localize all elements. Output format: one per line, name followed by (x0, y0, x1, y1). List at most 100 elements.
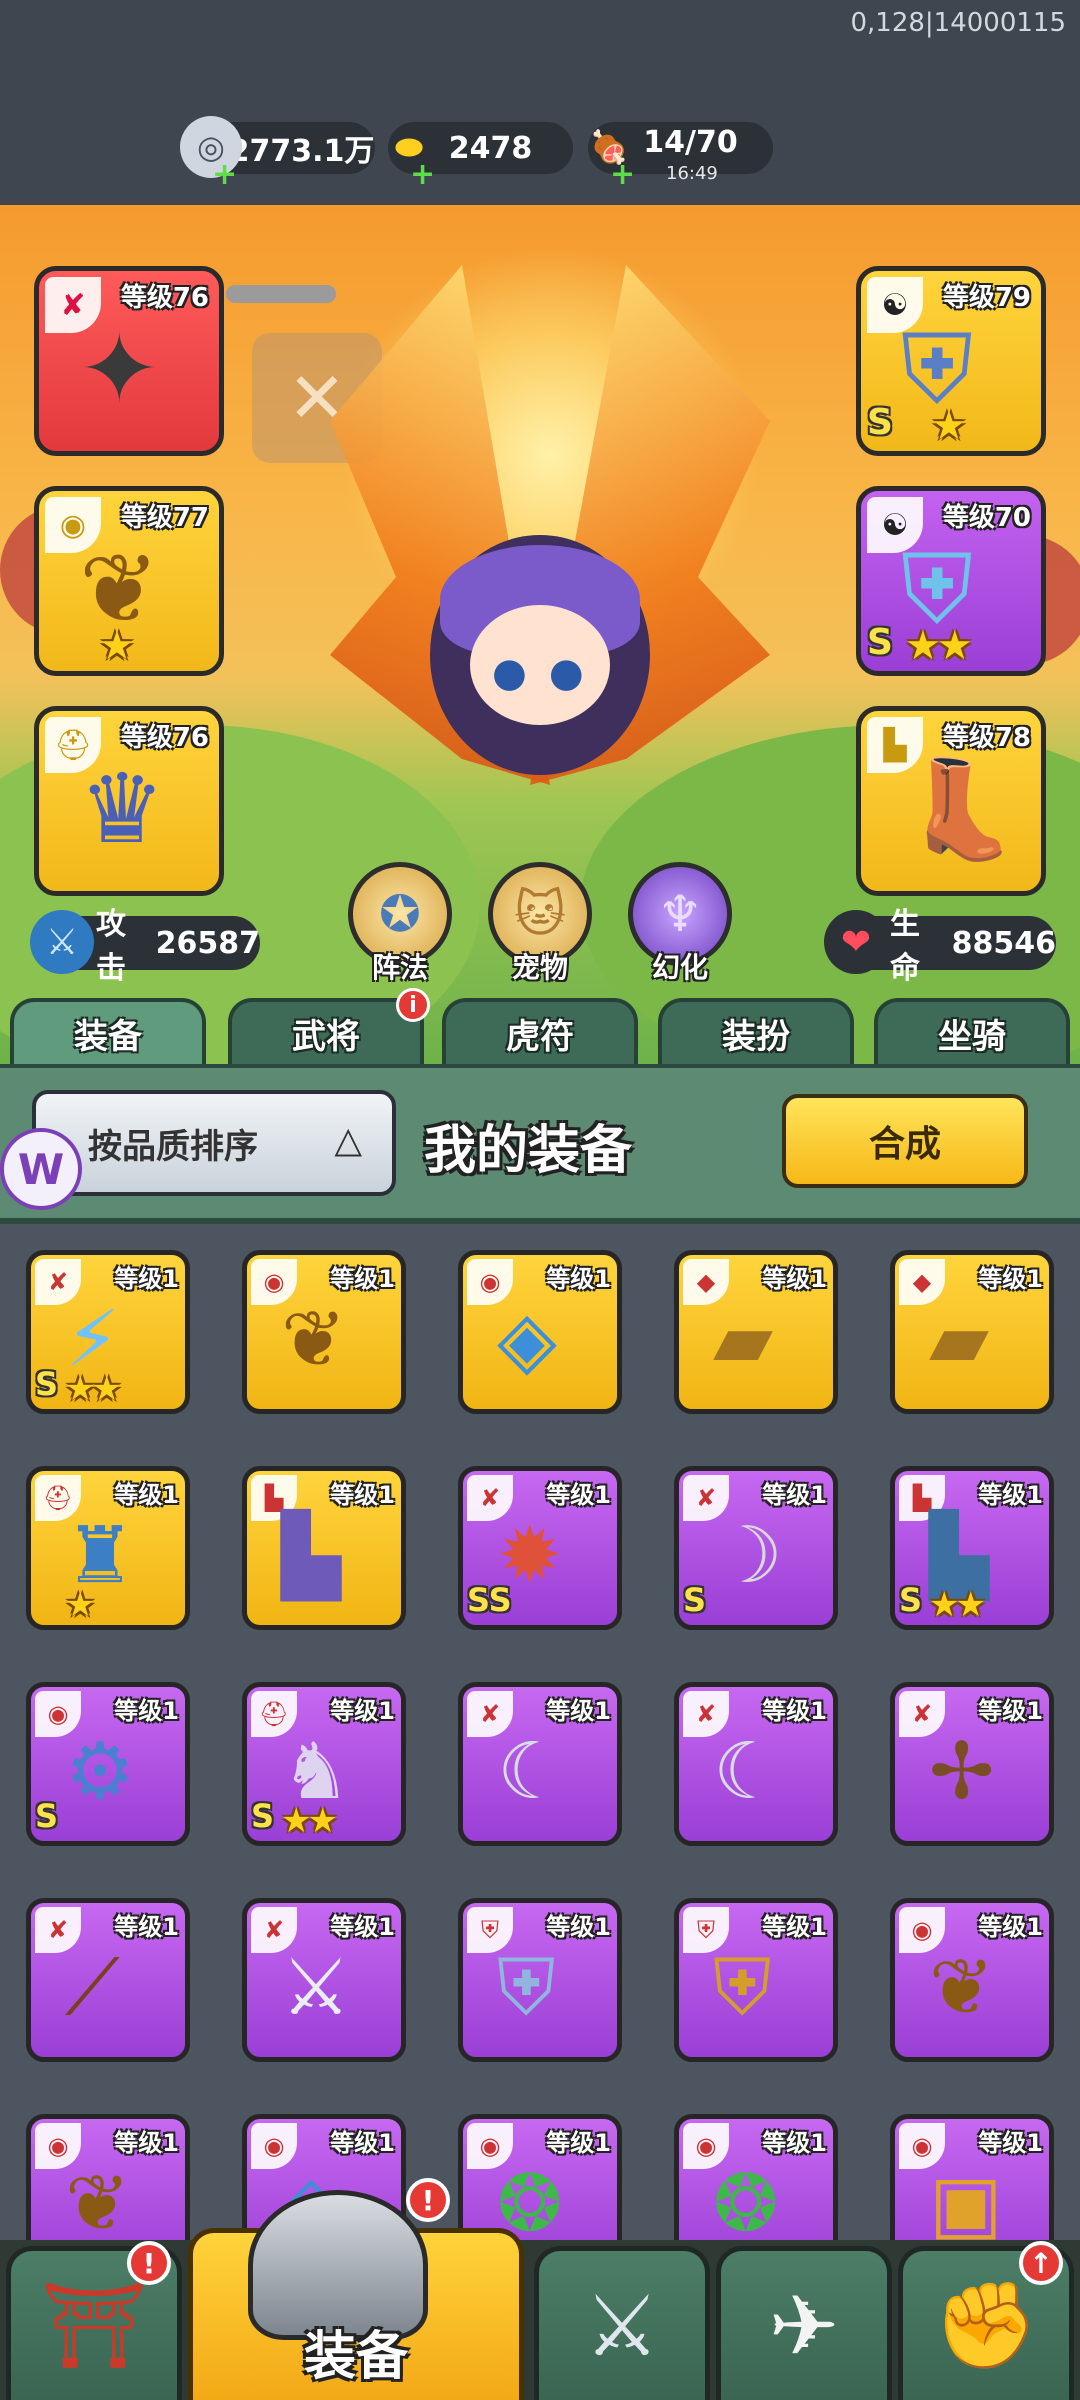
green-gem-pendant-icon: ❂ (713, 2159, 779, 2249)
inventory-item[interactable]: ✘ 等级1 ☾ (458, 1682, 622, 1846)
inventory-item[interactable]: ⛨ 等级1 ⛨ (458, 1898, 622, 2062)
tab-generals[interactable]: 武将 i (228, 988, 430, 1064)
equipped-amulet-slot[interactable]: ◉ 等级77 ❦ ★ (34, 486, 224, 676)
equipped-boots-slot[interactable]: ▙ 等级78 👢 (856, 706, 1046, 896)
compose-button[interactable]: 合成 (782, 1094, 1028, 1188)
equipped-armor2-slot[interactable]: ☯ 等级70 ⛨ S ★★ (856, 486, 1046, 676)
gold-plaque-icon: ▣ (929, 2159, 1003, 2249)
slot-level: 等级76 (120, 283, 209, 313)
shuriken-icon: ✦ (79, 313, 160, 425)
add-stamina-icon[interactable]: + (610, 157, 635, 192)
tab-mount[interactable]: 坐骑 (874, 998, 1070, 1064)
knight-helmet-icon: ♞ (281, 1727, 351, 1817)
inventory-item[interactable]: ✘ 等级1 ✢ (890, 1682, 1054, 1846)
stamina-resource[interactable]: 🍖 14/70 16:49 + (588, 122, 773, 192)
pendant-icon: ❦ (929, 1943, 995, 2033)
crossed-swords-icon: ⚔ (584, 2276, 660, 2375)
boots-icon: ▙ (281, 1511, 341, 1601)
formation-label: 阵法 (371, 951, 428, 984)
item-level: 等级1 (330, 1697, 395, 1725)
inventory-item[interactable]: ⛨ 等级1 ⛨ (674, 1898, 838, 2062)
inventory-item[interactable]: ✘ 等级1 ⟋ (26, 1898, 190, 2062)
nav-boots-button[interactable]: ✈ (716, 2246, 892, 2400)
item-level: 等级1 (978, 1481, 1043, 1509)
item-level: 等级1 (330, 2129, 395, 2157)
add-gold-icon[interactable]: + (410, 157, 435, 192)
item-level: 等级1 (546, 1265, 611, 1293)
gem-pendant-icon: ◈ (497, 1295, 557, 1385)
tab-label: 武将 (292, 1016, 360, 1057)
tab-label: 坐骑 (938, 1016, 1006, 1057)
star-rating: ★★ (281, 1801, 338, 1841)
nav-battle-button[interactable]: ⚔ (534, 2246, 710, 2400)
slot-level: 等级77 (120, 503, 209, 533)
upgrade-badge-icon: ↑ (1019, 2241, 1063, 2285)
inventory-item[interactable]: ✘ 等级1 ⚔ (242, 1898, 406, 2062)
crystal-sword-icon: ⚡ (65, 1295, 120, 1385)
item-level: 等级1 (114, 1913, 179, 1941)
inventory-item[interactable]: ✘ 等级1 ☾ (674, 1682, 838, 1846)
gold-value: 2478 (448, 130, 533, 166)
attack-value: 26587 (155, 925, 260, 961)
inventory-item[interactable]: ◉等级1◈ (458, 1250, 622, 1414)
grade-label: S (899, 1581, 923, 1619)
item-level: 等级1 (546, 1697, 611, 1725)
scimitar-icon: ☾ (713, 1727, 783, 1817)
gold-resource[interactable]: ⬬ 2478 + (388, 122, 573, 192)
stamina-value: 14/70 (643, 124, 738, 160)
inventory-item[interactable]: ◆ 等级1 ▰ (890, 1250, 1054, 1414)
item-level: 等级1 (546, 1913, 611, 1941)
slot-level: 等级79 (942, 283, 1031, 313)
grade-label: SS (467, 1581, 512, 1619)
pendant-icon: ❦ (281, 1295, 347, 1385)
item-level: 等级1 (978, 1697, 1043, 1725)
inventory-item[interactable]: ✘ 等级1 ⚡ S ★★ (26, 1250, 190, 1414)
tab-equipment[interactable]: 装备 (10, 998, 206, 1064)
cat-icon: 🐱 (513, 885, 567, 943)
armored-boots-icon: ▙ (929, 1511, 989, 1601)
inventory-item[interactable]: ◆ 等级1 ▰ (674, 1250, 838, 1414)
inventory-item[interactable]: ✘ 等级1 ✹ SS (458, 1466, 622, 1630)
debug-coords: 0,128|14000115 (850, 8, 1066, 38)
item-level: 等级1 (762, 1913, 827, 1941)
chain-decoration (226, 285, 336, 303)
pet-label: 宠物 (511, 951, 568, 984)
grade-label: S (867, 402, 893, 443)
sort-dropdown[interactable]: 按品质排序 △ (32, 1090, 396, 1196)
item-level: 等级1 (330, 1913, 395, 1941)
inventory-item[interactable]: ◉ 等级1 ❦ (242, 1250, 406, 1414)
compose-label: 合成 (868, 1124, 941, 1165)
equipped-armor-slot[interactable]: ☯ 等级79 ⛨ S ★ (856, 266, 1046, 456)
inventory-item[interactable]: ◉ 等级1 ❦ (890, 1898, 1054, 2062)
item-level: 等级1 (330, 1481, 395, 1509)
inventory-item[interactable]: ⛑ 等级1 ♞ S ★★ (242, 1682, 406, 1846)
boots-icon: 👢 (901, 753, 1021, 865)
equipped-weapon-slot[interactable]: ✘ 等级76 ✦ (34, 266, 224, 456)
item-level: 等级1 (978, 2129, 1043, 2157)
inventory-item[interactable]: ✘ 等级1 ☽ S (674, 1466, 838, 1630)
info-badge-icon: i (396, 988, 430, 1022)
sort-label: 按品质排序 (88, 1126, 258, 1167)
silver-resource[interactable]: ◎ 2773.1万 + (180, 116, 375, 192)
item-level: 等级1 (114, 1697, 179, 1725)
nav-shop-button[interactable]: ⛩ ! (6, 2241, 182, 2400)
tab-tiger-tally[interactable]: 虎符 (442, 998, 638, 1064)
musket-icon: ⟋ (65, 1943, 120, 2033)
star-rating: ★ (65, 1585, 96, 1625)
add-silver-icon[interactable]: + (212, 157, 237, 192)
shop-gate-icon: ⛩ (40, 2276, 148, 2374)
hp-label: 生命 (890, 907, 920, 986)
inventory-item[interactable]: ▙ 等级1 ▙ (242, 1466, 406, 1630)
inventory-item[interactable]: ▙ 等级1 ▙ S ★★ (890, 1466, 1054, 1630)
w-logo-icon[interactable]: W (0, 1128, 82, 1210)
inventory-item[interactable]: ⛑ 等级1 ♜ ★ (26, 1466, 190, 1630)
inventory-item[interactable]: ◉ 等级1 ⚙ S (26, 1682, 190, 1846)
grade-label: S (251, 1797, 275, 1835)
nav-power-button[interactable]: ✊ ↑ (898, 2241, 1074, 2400)
equipped-helmet-slot[interactable]: ⛑ 等级76 ♛ (34, 706, 224, 896)
hp-stat: ❤ 生命 88546 (824, 907, 1056, 986)
scimitar-icon: ☾ (497, 1727, 567, 1817)
tab-outfit[interactable]: 装扮 (658, 998, 854, 1064)
gold-armor-icon: ⛨ (713, 1943, 772, 2033)
alert-badge-icon: ! (406, 2178, 450, 2222)
